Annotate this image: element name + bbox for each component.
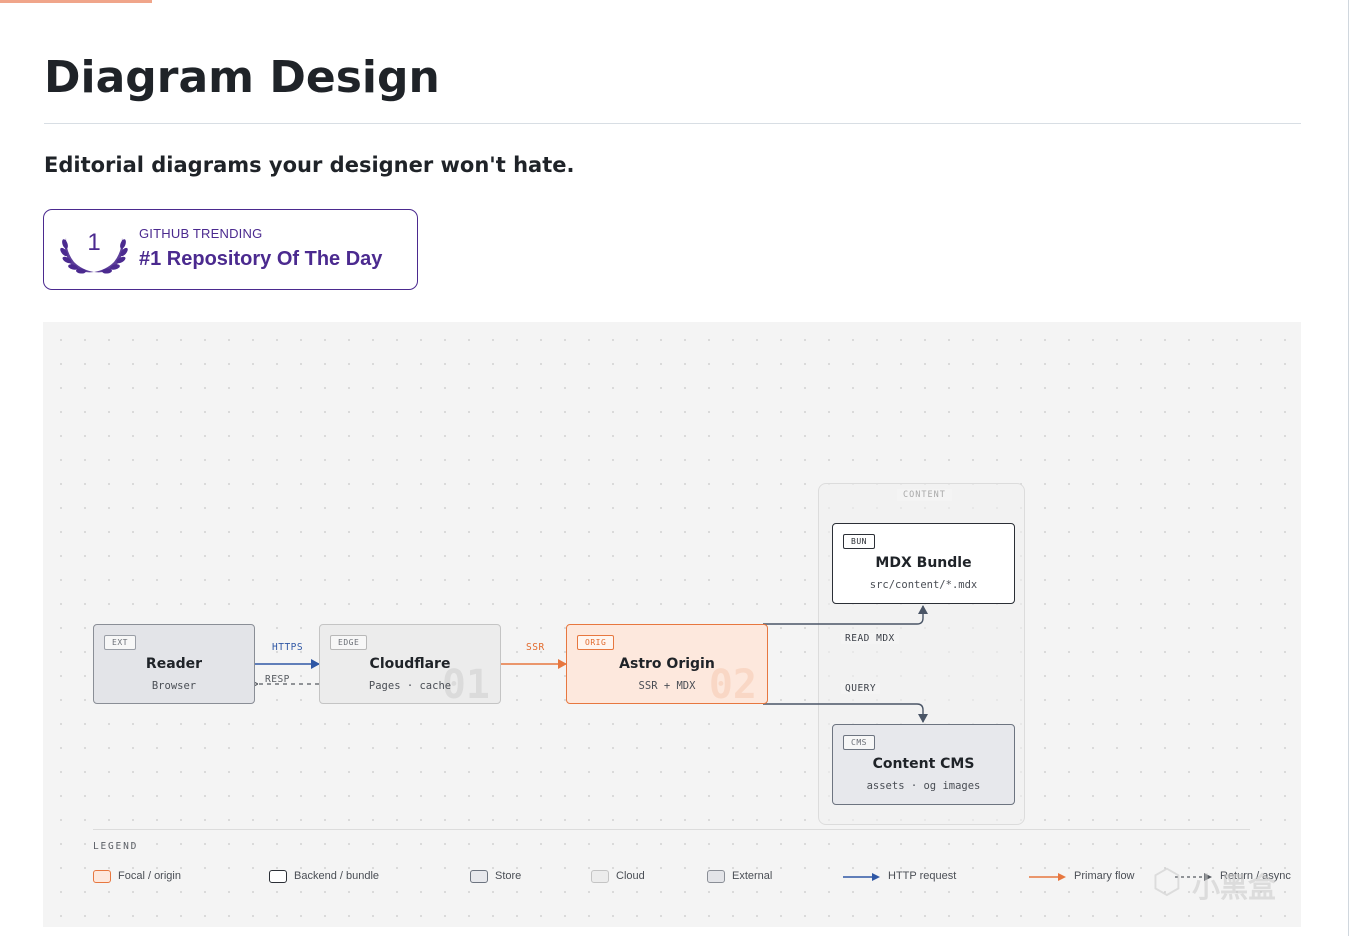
edge-label-resp: RESP [265,674,290,685]
node-title: Reader [145,656,203,672]
badge-headline: #1 Repository Of The Day [139,248,383,270]
primary-arrow-icon [1029,873,1066,881]
node-reader[interactable]: EXT Reader Browser [93,624,255,704]
edge-query [763,703,928,723]
legend-label: Store [495,870,522,882]
node-mdx-bundle[interactable]: BUN MDX Bundle src/content/*.mdx [832,523,1015,604]
store-swatch-icon [470,870,488,883]
legend-label: Cloud [616,870,645,882]
legend-label: External [732,870,773,882]
badge-kicker: GITHUB TRENDING [139,226,263,241]
node-tag: EDGE [330,635,368,650]
node-tag: EXT [104,635,136,650]
cloud-swatch-icon [591,870,609,883]
page-tagline: Editorial diagrams your designer won't h… [44,153,575,177]
node-tag: CMS [843,735,875,750]
watermark: ⬡ 小黑盒 [1152,858,1322,904]
focal-swatch-icon [93,870,111,883]
node-cloudflare[interactable]: 01 EDGE Cloudflare Pages · cache [319,624,501,705]
top-accent-bar [0,0,152,3]
legend-divider [93,829,1250,830]
watermark-text: 小黑盒 [1192,871,1277,904]
node-title: Cloudflare [369,656,451,672]
http-arrow-icon [843,873,880,881]
legend-label: Primary flow [1074,870,1135,882]
external-swatch-icon [707,870,725,883]
badge-rank: 1 [87,229,100,256]
node-subtitle: Pages · cache [368,680,452,692]
node-subtitle: assets · og images [866,780,981,792]
node-title: MDX Bundle [875,555,972,571]
backend-swatch-icon [269,870,287,883]
edge-label-ssr: SSR [526,642,545,653]
laurel-icon: 1 [60,229,128,274]
legend-label: Focal / origin [118,870,181,882]
node-tag: ORIG [577,635,615,650]
legend-label: HTTP request [888,870,957,882]
page-title: Diagram Design [44,52,440,103]
node-title: Astro Origin [619,656,715,672]
diagram-canvas: CONTENT HTTPS RESP SSR READ MDX QUERY EX… [43,322,1301,927]
node-astro-origin[interactable]: 02 ORIG Astro Origin SSR + MDX [566,624,768,705]
window-edge [1348,0,1349,936]
edge-label-https: HTTPS [272,642,304,653]
legend-label: Backend / bundle [294,870,380,882]
title-divider [44,123,1301,124]
watermark-logo-icon: ⬡ [1152,862,1182,902]
node-title: Content CMS [872,756,975,772]
node-content-cms[interactable]: CMS Content CMS assets · og images [832,724,1015,805]
legend-title: LEGEND [93,841,139,852]
node-tag: BUN [843,534,875,549]
node-subtitle: src/content/*.mdx [869,579,978,591]
edge-label-query: QUERY [841,683,881,694]
edge-read-mdx [763,605,928,625]
edge-label-read-mdx: READ MDX [841,633,899,644]
github-trending-badge[interactable]: 1 GITHUB TRENDING #1 Repository Of The D… [43,209,418,290]
node-subtitle: SSR + MDX [638,680,696,692]
node-subtitle: Browser [151,680,197,692]
